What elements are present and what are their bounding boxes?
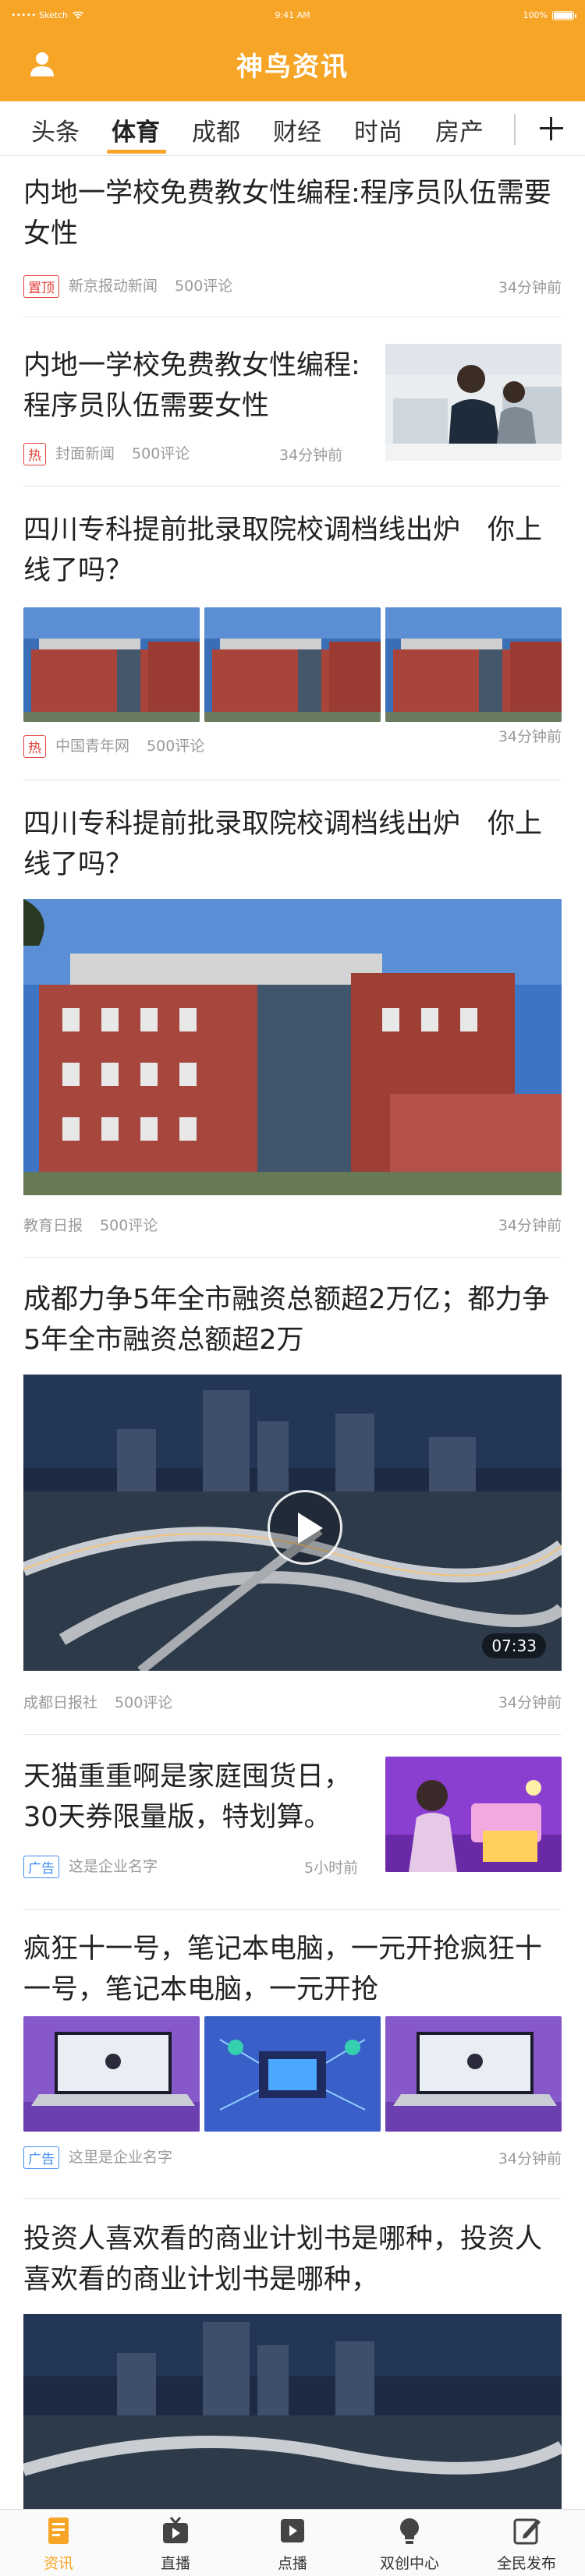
tabbar-news[interactable]: 资讯 [0, 2514, 117, 2573]
news-item[interactable]: 投资人喜欢看的商业计划书是哪种，投资人喜欢看的商业计划书是哪种， [23, 2199, 562, 2509]
news-thumbnail [385, 607, 562, 722]
news-item[interactable]: 成都力争5年全市融资总额超2万亿；都力争5年全市融资总额超2万 07:33 成都… [23, 1258, 562, 1735]
tabbar-publish[interactable]: 全民发布 [468, 2514, 585, 2573]
ad-meta: 广告 这是企业名字 [23, 1855, 158, 1878]
tabbar-innovation[interactable]: 双创中心 [351, 2514, 468, 2573]
tabbar-live[interactable]: 直播 [117, 2514, 234, 2573]
status-time: 9:41 AM [275, 10, 310, 20]
news-source: 中国青年网 [55, 738, 130, 755]
tab-divider [514, 114, 516, 145]
news-title: 投资人喜欢看的商业计划书是哪种，投资人喜欢看的商业计划书是哪种， [23, 2224, 543, 2295]
news-comments: 500评论 [147, 738, 205, 755]
news-source: 新京报动新闻 [69, 278, 158, 295]
news-time: 34分钟前 [498, 1694, 562, 1711]
app-header: ••••• Sketch 9:41 AM 100% 神鸟资讯 [0, 0, 585, 101]
video-player[interactable]: 07:33 [23, 1375, 562, 1671]
tab-fashion[interactable]: 时尚 [354, 112, 402, 147]
tabbar-vod-label: 点播 [277, 2555, 307, 2572]
tabbar-live-label: 直播 [160, 2555, 190, 2572]
tabbar-innovation-label: 双创中心 [379, 2555, 439, 2572]
ad-company: 这里是企业名字 [69, 2149, 173, 2166]
news-source: 教育日报 [23, 1217, 83, 1234]
news-meta: 热中国青年网 500评论 [23, 734, 204, 758]
news-large-image [23, 899, 562, 1195]
tab-real-estate[interactable]: 房产 [435, 112, 484, 147]
hot-tag: 热 [23, 735, 46, 758]
ad-time: 5小时前 [304, 1859, 359, 1877]
status-bar: ••••• Sketch 9:41 AM 100% [0, 0, 585, 31]
news-comments: 500评论 [132, 445, 190, 462]
tabbar-news-label: 资讯 [43, 2555, 73, 2572]
news-source: 成都日报社 [23, 1694, 98, 1711]
news-item[interactable]: 内地一学校免费教女性编程:程序员队伍需要女性 热封面新闻 500评论 34分钟前 [23, 317, 562, 487]
pinned-tag: 置顶 [23, 275, 59, 298]
hot-tag: 热 [23, 443, 46, 465]
news-item[interactable]: 内地一学校免费教女性编程:程序员队伍需要女性 置顶 新京报动新闻 500评论 34分… [23, 156, 562, 317]
news-thumbnail [204, 607, 381, 722]
ad-meta: 广告 这里是企业名字 [23, 2146, 172, 2169]
active-tab-indicator [107, 150, 166, 154]
ad-title: 疯狂十一号，笔记本电脑，一元开抢疯狂十一号，笔记本电脑，一元开抢 [23, 1934, 543, 2005]
ad-tag: 广告 [23, 1856, 59, 1878]
news-source: 封面新闻 [55, 445, 115, 462]
ad-item[interactable]: 天猫重重啊是家庭囤货日，30天券限量版，特划算。 广告 这是企业名字 5小时前 [23, 1735, 562, 1910]
ad-company: 这是企业名字 [69, 1858, 158, 1875]
news-thumbnail [23, 607, 200, 722]
edit-icon [513, 2518, 541, 2545]
ad-thumbnail [204, 2016, 381, 2132]
live-tv-icon [163, 2517, 188, 2543]
battery-percent: 100% [523, 10, 548, 20]
news-title: 四川专科提前批录取院校调档线出炉 你上线了吗？ [23, 809, 543, 880]
news-large-image [23, 2314, 562, 2509]
bottom-tab-bar: 资讯 直播 点播 双创中心 全民发布 [0, 2509, 585, 2576]
ad-title: 天猫重重啊是家庭囤货日，30天券限量版，特划算。 [23, 1761, 352, 1833]
news-time: 34分钟前 [498, 279, 562, 296]
app-title: 神鸟资讯 [236, 51, 349, 83]
tab-chengdu[interactable]: 成都 [192, 112, 240, 147]
news-thumbnail [385, 344, 562, 461]
news-icon [48, 2518, 69, 2544]
ad-thumbnail [23, 2016, 200, 2132]
news-comments: 500评论 [100, 1217, 158, 1234]
battery-icon [552, 10, 576, 20]
news-title: 内地一学校免费教女性编程:程序员队伍需要女性 [23, 178, 551, 249]
news-time: 34分钟前 [498, 1217, 562, 1234]
news-meta: 热封面新闻 500评论 [23, 442, 190, 465]
ad-thumbnail [385, 2016, 562, 2132]
lightbulb-icon [400, 2518, 419, 2544]
add-channel-icon[interactable] [537, 114, 566, 143]
news-meta: 教育日报 500评论 [23, 1214, 158, 1235]
tabbar-vod[interactable]: 点播 [234, 2514, 351, 2573]
news-title: 四川专科提前批录取院校调档线出炉 你上线了吗？ [23, 515, 543, 586]
tab-headlines[interactable]: 头条 [31, 112, 80, 147]
ad-thumbnail [385, 1757, 562, 1872]
tab-sports[interactable]: 体育 [112, 112, 160, 147]
news-meta: 置顶 新京报动新闻 500评论 [23, 274, 232, 298]
news-item[interactable]: 四川专科提前批录取院校调档线出炉 你上线了吗？ 热中国青年网 500评论 34分钟… [23, 487, 562, 780]
play-button[interactable] [268, 1490, 342, 1565]
news-comments: 500评论 [175, 278, 233, 295]
tab-finance[interactable]: 财经 [273, 112, 321, 147]
ad-tag: 广告 [23, 2146, 59, 2169]
category-tabs: 头条 体育 成都 财经 时尚 房产 [0, 101, 585, 156]
ad-time: 34分钟前 [498, 2150, 562, 2167]
news-title: 成都力争5年全市融资总额超2万亿；都力争5年全市融资总额超2万 [23, 1284, 550, 1356]
tabbar-publish-label: 全民发布 [496, 2555, 556, 2572]
news-time: 34分钟前 [498, 728, 562, 745]
news-item[interactable]: 四川专科提前批录取院校调档线出炉 你上线了吗？ 教育日报 500评论 34分钟前 [23, 780, 562, 1258]
ad-item[interactable]: 疯狂十一号，笔记本电脑，一元开抢疯狂十一号，笔记本电脑，一元开抢 广告 这里是企业… [23, 1910, 562, 2199]
video-duration: 07:33 [482, 1633, 546, 1658]
news-meta: 成都日报社 500评论 [23, 1691, 172, 1712]
news-time: 34分钟前 [279, 447, 343, 464]
play-icon [281, 2519, 304, 2542]
news-title: 内地一学校免费教女性编程:程序员队伍需要女性 [23, 350, 360, 422]
news-comments: 500评论 [115, 1694, 173, 1711]
